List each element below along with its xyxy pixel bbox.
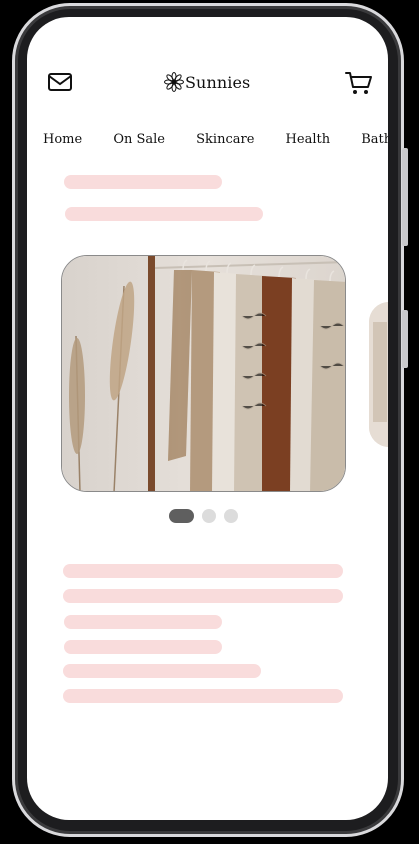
carousel-pagination [169, 509, 238, 523]
skeleton-line [63, 589, 343, 603]
brand-flower-icon [164, 72, 184, 92]
skeleton-line [63, 564, 343, 578]
skeleton-line [63, 664, 261, 678]
brand-name: Sunnies [185, 72, 251, 92]
carousel-dot-3[interactable] [224, 509, 238, 523]
carousel-slide[interactable] [61, 255, 346, 492]
power-button [402, 310, 408, 368]
cart-icon[interactable] [345, 70, 373, 96]
nav-item-skincare[interactable]: Skincare [196, 132, 254, 147]
carousel-next-photo [369, 302, 388, 447]
skeleton-line [64, 615, 222, 629]
skeleton-line [64, 175, 222, 189]
clothing-rack-photo [62, 256, 345, 491]
app-header: Sunnies [27, 69, 388, 99]
category-nav: Home On Sale Skincare Health Bath & [43, 132, 388, 147]
carousel-next-slide[interactable] [369, 302, 388, 447]
brand-logo[interactable]: Sunnies [164, 72, 250, 92]
skeleton-line [64, 640, 222, 654]
nav-item-on-sale[interactable]: On Sale [113, 132, 165, 147]
nav-item-bath[interactable]: Bath & [361, 132, 388, 147]
volume-button [402, 148, 408, 246]
app-screen: Sunnies Home On Sale Skincare Health Bat… [27, 17, 388, 820]
nav-item-health[interactable]: Health [286, 132, 331, 147]
skeleton-line [65, 207, 263, 221]
mail-icon[interactable] [47, 71, 73, 93]
skeleton-line [63, 689, 343, 703]
nav-item-home[interactable]: Home [43, 132, 82, 147]
carousel-dot-1[interactable] [169, 509, 194, 523]
carousel-dot-2[interactable] [202, 509, 216, 523]
